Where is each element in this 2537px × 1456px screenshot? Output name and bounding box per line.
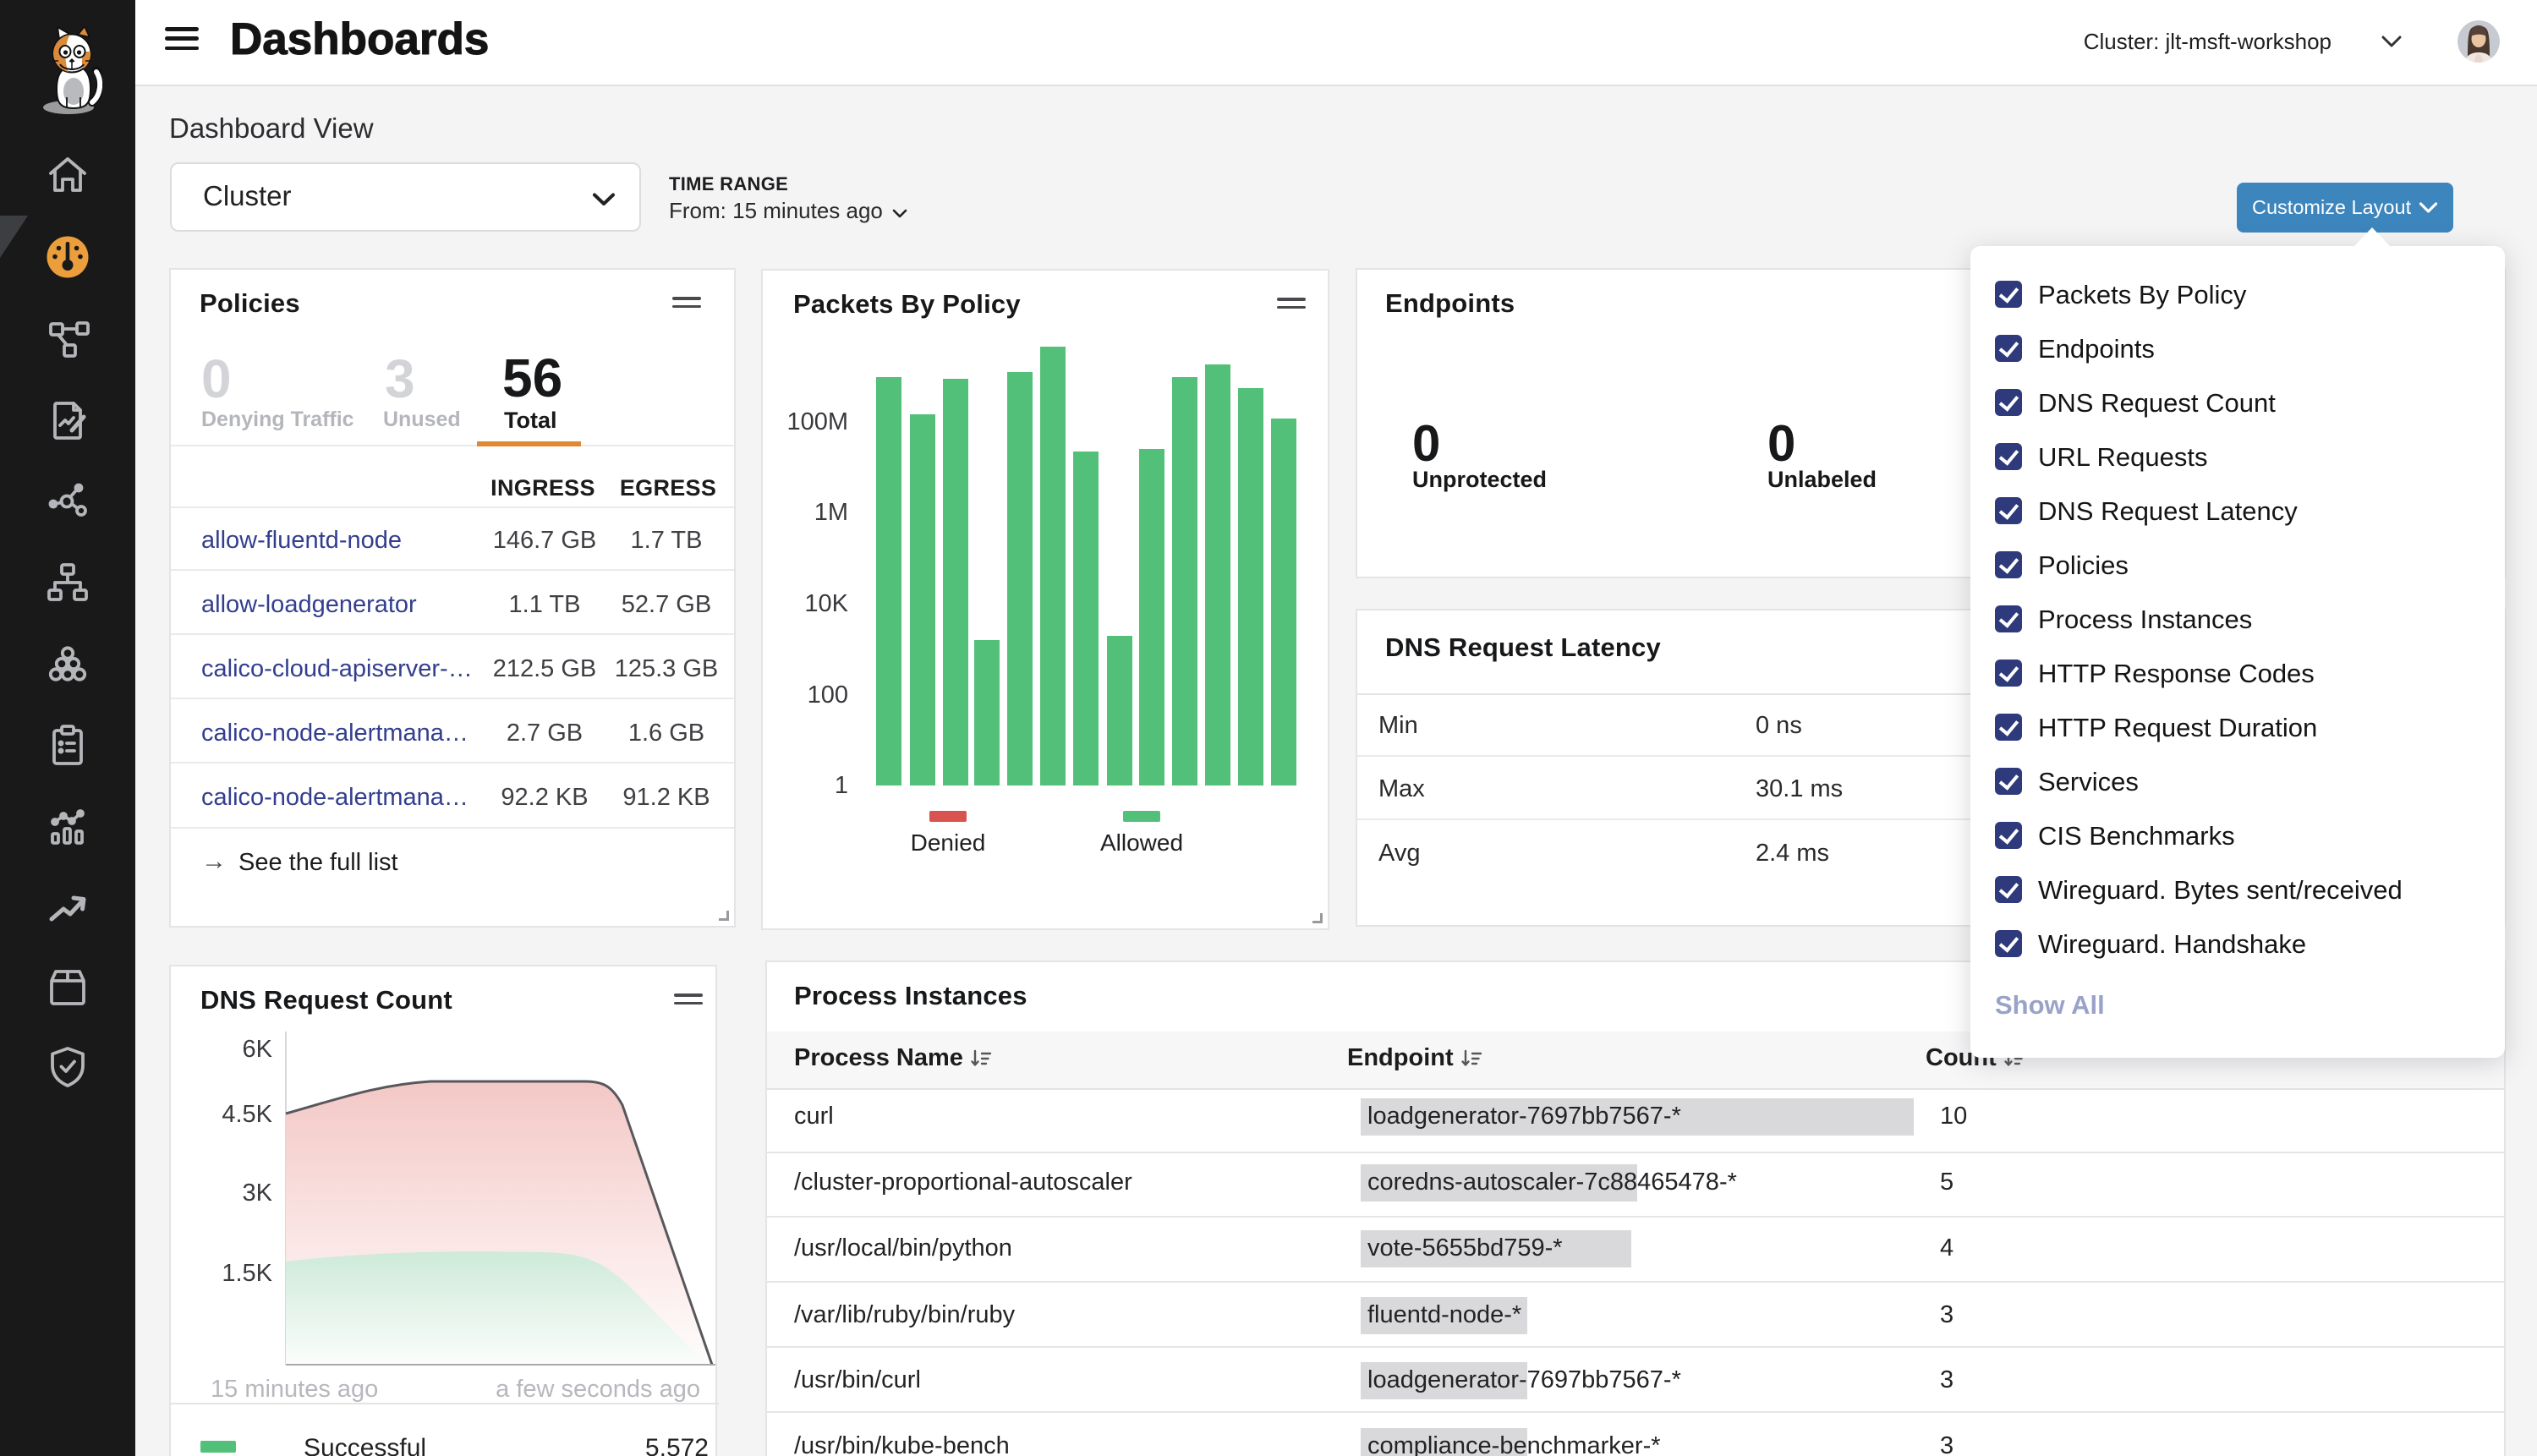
svg-text:Successful: Successful — [304, 1434, 426, 1456]
svg-text:100: 100 — [808, 681, 848, 709]
svg-text:1M: 1M — [814, 499, 848, 526]
svg-text:1: 1 — [835, 772, 848, 799]
svg-text:4.5K: 4.5K — [222, 1101, 272, 1128]
svg-text:10K: 10K — [804, 590, 848, 617]
svg-text:Denied: Denied — [911, 829, 986, 856]
svg-text:15 minutes ago: 15 minutes ago — [211, 1376, 378, 1403]
svg-text:Allowed: Allowed — [1100, 829, 1183, 856]
svg-text:3K: 3K — [243, 1180, 273, 1207]
svg-text:6K: 6K — [243, 1036, 273, 1063]
svg-text:1.5K: 1.5K — [222, 1260, 272, 1287]
svg-text:a few seconds ago: a few seconds ago — [496, 1376, 700, 1403]
svg-text:100M: 100M — [786, 408, 848, 435]
svg-text:5,572: 5,572 — [645, 1434, 709, 1456]
